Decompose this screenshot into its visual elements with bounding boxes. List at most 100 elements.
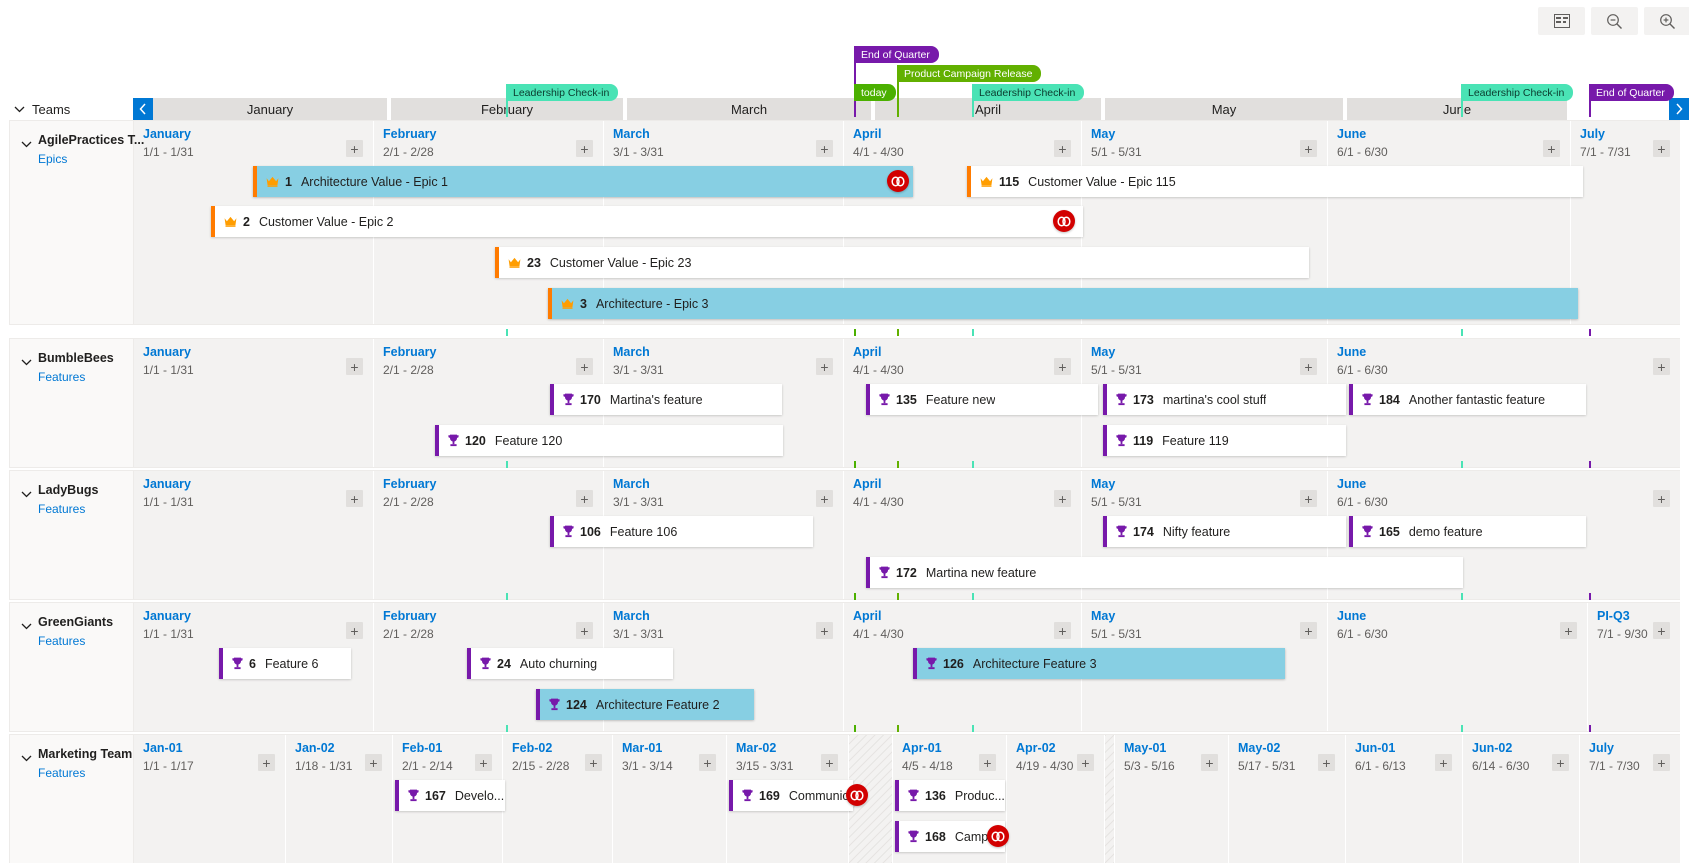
feature-card[interactable]: 169 Communica... (729, 780, 853, 811)
feature-card[interactable]: 124 Architecture Feature 2 (536, 689, 754, 720)
team-backlog-level[interactable]: Features (38, 502, 85, 516)
add-item-button[interactable]: + (1054, 622, 1071, 639)
add-item-button[interactable]: + (1435, 754, 1452, 771)
team-collapse-chevron-icon[interactable] (21, 749, 33, 762)
team-label-pane: BumbleBees Features (10, 339, 134, 467)
dependency-link-badge[interactable] (987, 825, 1009, 847)
add-item-button[interactable]: + (1054, 490, 1071, 507)
milestone-flag[interactable]: Leadership Check-in (1461, 84, 1574, 101)
epic-card[interactable]: 3 Architecture - Epic 3 (548, 288, 1578, 319)
team-backlog-level[interactable]: Features (38, 634, 85, 648)
add-item-button[interactable]: + (816, 490, 833, 507)
add-item-button[interactable]: + (816, 140, 833, 157)
add-item-button[interactable]: + (1300, 490, 1317, 507)
add-item-button[interactable]: + (1552, 754, 1569, 771)
epic-card[interactable]: 2 Customer Value - Epic 2 (211, 206, 1083, 237)
team-backlog-level[interactable]: Features (38, 766, 85, 780)
feature-card[interactable]: 135 Feature new (866, 384, 1098, 415)
iteration-name: March (613, 609, 650, 623)
add-item-button[interactable]: + (1300, 622, 1317, 639)
feature-card[interactable]: 24 Auto churning (467, 648, 673, 679)
trophy-icon-wrap (1362, 393, 1373, 406)
team-collapse-chevron-icon[interactable] (21, 617, 33, 630)
feature-card[interactable]: 120 Feature 120 (435, 425, 783, 456)
add-item-button[interactable]: + (475, 754, 492, 771)
trophy-icon-wrap (742, 789, 753, 802)
iteration-name: January (143, 127, 191, 141)
dependency-link-badge[interactable] (1053, 210, 1075, 232)
milestone-flag[interactable]: Leadership Check-in (506, 84, 619, 101)
add-item-button[interactable]: + (1077, 754, 1094, 771)
feature-card[interactable]: 174 Nifty feature (1103, 516, 1346, 547)
add-item-button[interactable]: + (821, 754, 838, 771)
epic-card[interactable]: 1 Architecture Value - Epic 1 (253, 166, 913, 197)
board-settings-icon[interactable] (1538, 7, 1585, 35)
card-type-bar (1349, 516, 1353, 547)
add-item-button[interactable]: + (816, 358, 833, 375)
add-item-button[interactable]: + (1054, 140, 1071, 157)
add-item-button[interactable]: + (816, 622, 833, 639)
add-item-button[interactable]: + (1054, 358, 1071, 375)
add-item-button[interactable]: + (699, 754, 716, 771)
add-item-button[interactable]: + (1653, 754, 1670, 771)
dependency-link-badge[interactable] (887, 170, 909, 192)
feature-card[interactable]: 170 Martina's feature (550, 384, 782, 415)
iteration-dates: 5/3 - 5/16 (1124, 759, 1175, 773)
epic-card[interactable]: 115 Customer Value - Epic 115 (967, 166, 1583, 197)
dependency-link-badge[interactable] (846, 784, 868, 806)
add-item-button[interactable]: + (585, 754, 602, 771)
scroll-left-button[interactable] (133, 98, 153, 120)
add-item-button[interactable]: + (1653, 140, 1670, 157)
teams-column-header[interactable]: Teams (0, 98, 133, 120)
milestone-flag[interactable]: End of Quarter (1589, 84, 1674, 101)
add-item-button[interactable]: + (1201, 754, 1218, 771)
feature-card[interactable]: 119 Feature 119 (1103, 425, 1346, 456)
team-backlog-level[interactable]: Features (38, 370, 85, 384)
add-item-button[interactable]: + (346, 490, 363, 507)
team-backlog-level[interactable]: Epics (38, 152, 67, 166)
add-item-button[interactable]: + (576, 140, 593, 157)
add-item-button[interactable]: + (346, 358, 363, 375)
feature-card[interactable]: 106 Feature 106 (550, 516, 813, 547)
add-item-button[interactable]: + (346, 140, 363, 157)
feature-card[interactable]: 6 Feature 6 (219, 648, 351, 679)
feature-card[interactable]: 126 Architecture Feature 3 (913, 648, 1285, 679)
feature-card[interactable]: 165 demo feature (1349, 516, 1586, 547)
add-item-button[interactable]: + (1560, 622, 1577, 639)
add-item-button[interactable]: + (1653, 490, 1670, 507)
add-item-button[interactable]: + (576, 490, 593, 507)
feature-card[interactable]: 172 Martina new feature (866, 557, 1463, 588)
add-item-button[interactable]: + (1300, 140, 1317, 157)
add-item-button[interactable]: + (1653, 358, 1670, 375)
add-item-button[interactable]: + (1318, 754, 1335, 771)
add-item-button[interactable]: + (1543, 140, 1560, 157)
scroll-right-button[interactable] (1669, 98, 1689, 120)
feature-card[interactable]: 136 Produc... (895, 780, 1005, 811)
feature-card[interactable]: 184 Another fantastic feature (1349, 384, 1586, 415)
team-collapse-chevron-icon[interactable] (21, 135, 33, 148)
trophy-icon (879, 393, 890, 406)
card-type-bar (729, 780, 733, 811)
add-item-button[interactable]: + (979, 754, 996, 771)
trophy-icon-wrap (908, 789, 919, 802)
feature-card[interactable]: 167 Develo... (395, 780, 505, 811)
team-collapse-chevron-icon[interactable] (21, 485, 33, 498)
add-item-button[interactable]: + (576, 622, 593, 639)
iteration-column: PI-Q3 7/1 - 9/30 + (1588, 603, 1681, 731)
iteration-dates: 2/1 - 2/28 (383, 145, 434, 159)
milestone-flag[interactable]: Product Campaign Release (897, 65, 1042, 82)
add-item-button[interactable]: + (576, 358, 593, 375)
milestone-flag[interactable]: today (854, 84, 896, 101)
add-item-button[interactable]: + (258, 754, 275, 771)
add-item-button[interactable]: + (346, 622, 363, 639)
zoom-in-icon[interactable] (1644, 7, 1689, 35)
milestone-flag[interactable]: End of Quarter (854, 46, 939, 63)
zoom-out-icon[interactable] (1591, 7, 1638, 35)
milestone-flag[interactable]: Leadership Check-in (972, 84, 1085, 101)
add-item-button[interactable]: + (1653, 622, 1670, 639)
epic-card[interactable]: 23 Customer Value - Epic 23 (495, 247, 1309, 278)
add-item-button[interactable]: + (365, 754, 382, 771)
feature-card[interactable]: 173 martina's cool stuff (1103, 384, 1346, 415)
team-collapse-chevron-icon[interactable] (21, 353, 33, 366)
add-item-button[interactable]: + (1300, 358, 1317, 375)
